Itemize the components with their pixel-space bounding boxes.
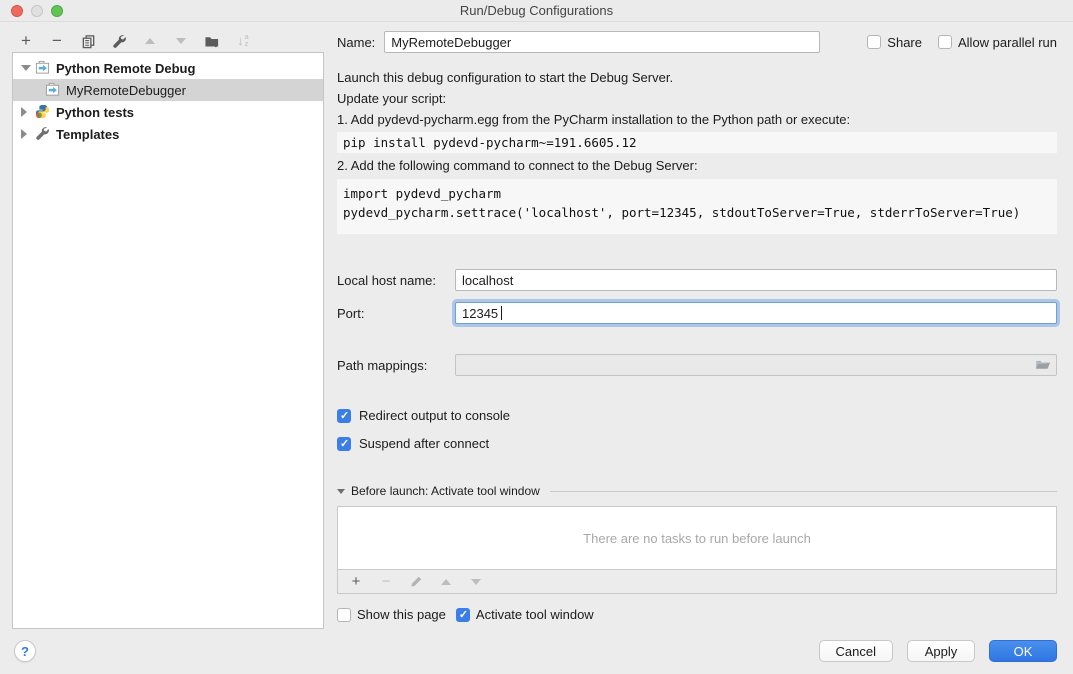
activate-tool-window-label: Activate tool window — [476, 607, 594, 622]
configurations-tree: Python Remote Debug MyRemoteDebugger Pyt… — [12, 52, 324, 629]
step-2-text: 2. Add the following command to connect … — [337, 155, 1057, 176]
divider — [550, 491, 1057, 492]
name-label: Name: — [337, 35, 375, 50]
new-folder-icon[interactable] — [204, 33, 220, 49]
tree-item-label: MyRemoteDebugger — [66, 83, 186, 98]
local-host-name-input[interactable] — [455, 269, 1057, 291]
before-launch-header[interactable]: Before launch: Activate tool window — [337, 484, 1057, 498]
path-mappings-label: Path mappings: — [337, 358, 455, 373]
remove-task-icon[interactable]: − — [378, 574, 394, 590]
run-debug-config-icon — [45, 82, 61, 98]
show-this-page-option[interactable]: Show this page — [337, 607, 446, 622]
ok-button[interactable]: OK — [989, 640, 1057, 662]
pip-install-code: pip install pydevd-pycharm~=191.6605.12 — [337, 132, 1057, 153]
intro-line-2: Update your script: — [337, 88, 1057, 109]
traffic-lights — [11, 5, 63, 17]
redirect-output-label: Redirect output to console — [359, 408, 510, 423]
tree-item-python-tests[interactable]: Python tests — [13, 101, 323, 123]
suspend-after-connect-option[interactable]: Suspend after connect — [337, 436, 1057, 451]
chevron-right-icon[interactable] — [21, 129, 31, 139]
show-this-page-label: Show this page — [357, 607, 446, 622]
suspend-after-connect-label: Suspend after connect — [359, 436, 489, 451]
window-title: Run/Debug Configurations — [460, 3, 613, 18]
before-launch-section: Before launch: Activate tool window Ther… — [337, 484, 1057, 622]
intro-line-1: Launch this debug configuration to start… — [337, 67, 1057, 88]
configurations-toolbar: + − ↓az — [18, 31, 251, 51]
python-tests-icon — [35, 104, 51, 120]
close-window-button[interactable] — [11, 5, 23, 17]
open-folder-icon — [1035, 359, 1051, 372]
move-down-icon[interactable] — [173, 33, 189, 49]
before-launch-tasks-box: There are no tasks to run before launch … — [337, 506, 1057, 594]
configuration-editor: Name: Share Allow parallel run Launch th… — [337, 31, 1057, 622]
add-task-icon[interactable]: + — [348, 574, 364, 590]
add-configuration-icon[interactable]: + — [18, 33, 34, 49]
move-up-icon[interactable] — [142, 33, 158, 49]
edit-task-pencil-icon[interactable] — [408, 574, 424, 590]
tasks-toolbar: + − — [338, 569, 1056, 593]
tree-item-label: Python tests — [56, 105, 134, 120]
settrace-code-line-1: import pydevd_pycharm — [343, 186, 501, 201]
text-caret — [501, 306, 502, 320]
share-checkbox-item[interactable]: Share — [867, 35, 922, 50]
allow-parallel-run-label: Allow parallel run — [958, 35, 1057, 50]
tree-item-label: Templates — [56, 127, 119, 142]
share-label: Share — [887, 35, 922, 50]
port-input[interactable] — [455, 302, 1057, 324]
instructions: Launch this debug configuration to start… — [337, 67, 1057, 234]
activate-tool-window-option[interactable]: Activate tool window — [456, 607, 594, 622]
before-launch-title: Before launch: Activate tool window — [351, 484, 540, 498]
move-task-up-icon[interactable] — [438, 574, 454, 590]
chevron-down-icon[interactable] — [21, 65, 31, 71]
chevron-right-icon[interactable] — [21, 107, 31, 117]
tree-item-myremotedebugger[interactable]: MyRemoteDebugger — [13, 79, 323, 101]
sort-configurations-icon[interactable]: ↓az — [235, 33, 251, 49]
path-mappings-input[interactable] — [455, 354, 1057, 376]
minimize-window-button[interactable] — [31, 5, 43, 17]
move-task-down-icon[interactable] — [468, 574, 484, 590]
help-button[interactable]: ? — [14, 640, 36, 662]
activate-tool-window-checkbox[interactable] — [456, 608, 470, 622]
step-1-text: 1. Add pydevd-pycharm.egg from the PyCha… — [337, 109, 1057, 130]
name-input[interactable] — [384, 31, 820, 53]
titlebar: Run/Debug Configurations — [0, 0, 1073, 22]
redirect-output-option[interactable]: Redirect output to console — [337, 408, 1057, 423]
edit-defaults-wrench-icon[interactable] — [111, 33, 127, 49]
zoom-window-button[interactable] — [51, 5, 63, 17]
local-host-name-label: Local host name: — [337, 273, 455, 288]
suspend-after-connect-checkbox[interactable] — [337, 437, 351, 451]
tasks-empty-message: There are no tasks to run before launch — [338, 507, 1056, 569]
settrace-code-line-2: pydevd_pycharm.settrace('localhost', por… — [343, 205, 1020, 220]
cancel-button[interactable]: Cancel — [819, 640, 893, 662]
remove-configuration-icon[interactable]: − — [49, 33, 65, 49]
tree-item-label: Python Remote Debug — [56, 61, 195, 76]
apply-button[interactable]: Apply — [907, 640, 975, 662]
help-question-icon: ? — [21, 644, 29, 659]
chevron-down-icon[interactable] — [337, 489, 345, 494]
tree-item-templates[interactable]: Templates — [13, 123, 323, 145]
run-debug-config-icon — [35, 60, 51, 76]
share-checkbox[interactable] — [867, 35, 881, 49]
allow-parallel-run-checkbox[interactable] — [938, 35, 952, 49]
wrench-icon — [35, 126, 51, 142]
settrace-code: import pydevd_pycharm pydevd_pycharm.set… — [337, 179, 1057, 234]
copy-configuration-icon[interactable] — [80, 33, 96, 49]
dialog-buttons: Cancel Apply OK — [819, 640, 1057, 662]
redirect-output-checkbox[interactable] — [337, 409, 351, 423]
allow-parallel-run-checkbox-item[interactable]: Allow parallel run — [938, 35, 1057, 50]
port-label: Port: — [337, 306, 455, 321]
show-this-page-checkbox[interactable] — [337, 608, 351, 622]
tree-item-python-remote-debug[interactable]: Python Remote Debug — [13, 57, 323, 79]
browse-path-mappings-button[interactable] — [1034, 357, 1052, 373]
